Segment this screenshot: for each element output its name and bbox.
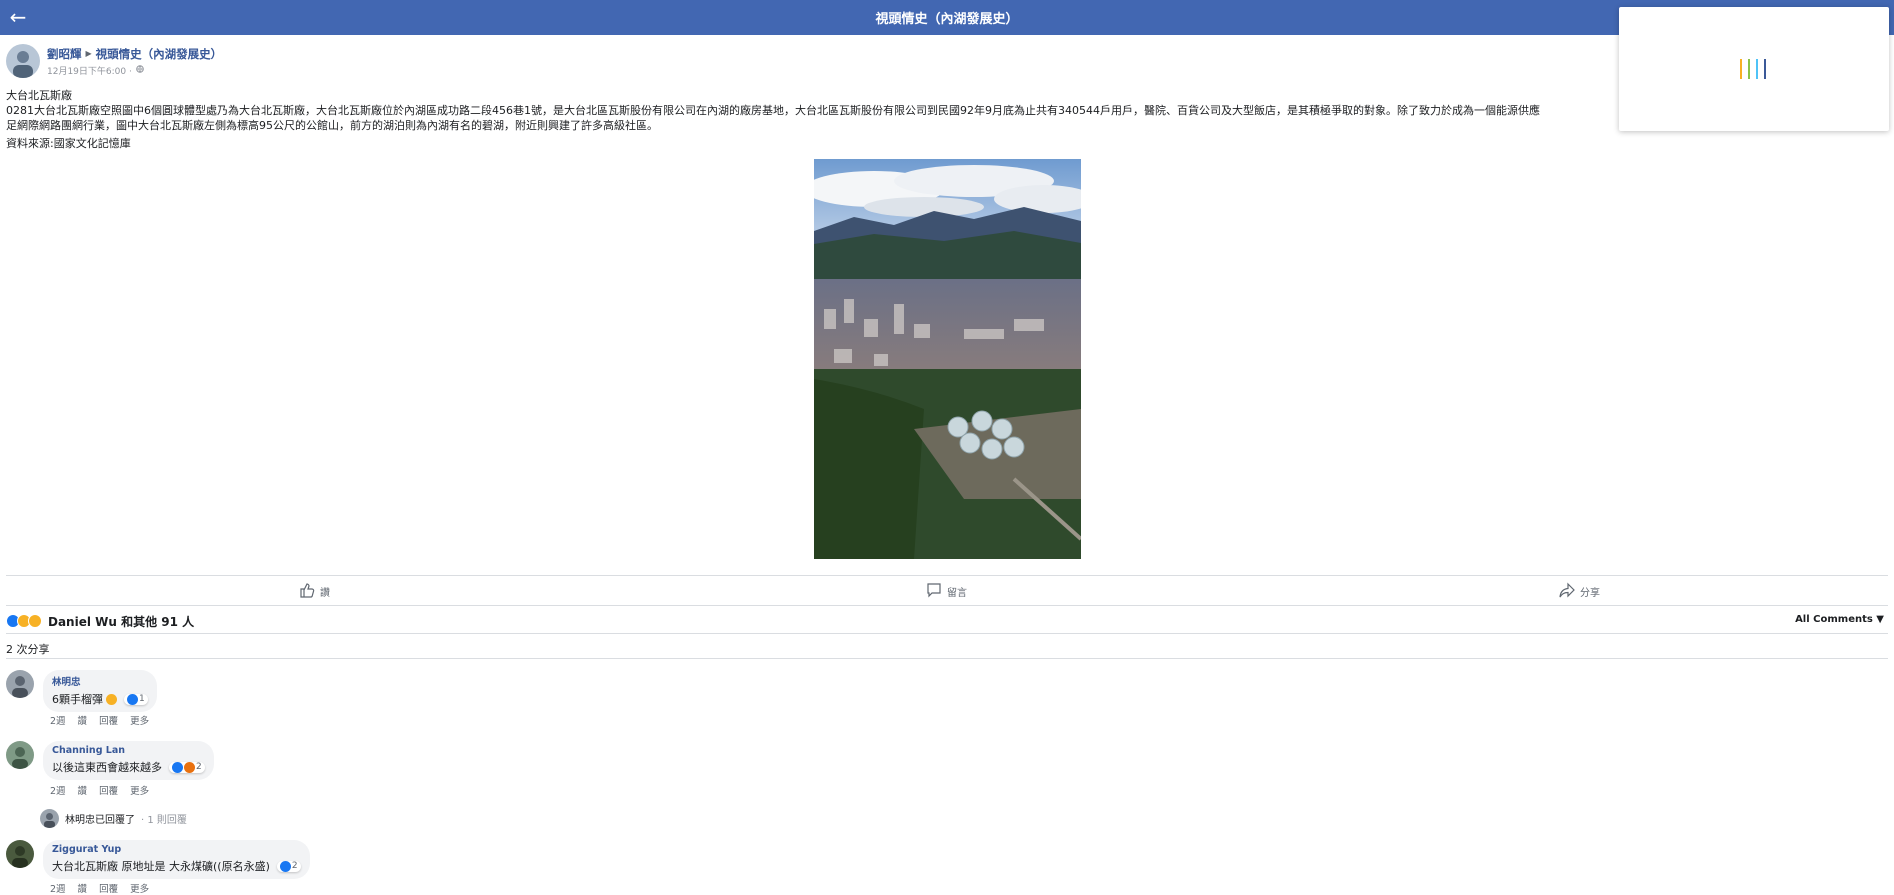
loading-popup: [1619, 7, 1889, 131]
comment: Ziggurat Yup 大台北瓦斯廠 原地址是 大永煤礦((原名永盛) 2: [6, 840, 310, 879]
like-label: 讚: [320, 588, 330, 599]
comment-reactions[interactable]: 1: [124, 693, 148, 705]
commenter-avatar[interactable]: [6, 670, 34, 698]
like-reaction-icon: [279, 860, 291, 872]
comment-actions: 2週 讚 回覆 更多: [50, 783, 149, 797]
reaction-count: 1: [139, 694, 145, 704]
post-title-line: 大台北瓦斯廠: [6, 89, 72, 102]
post-paragraph-line-2: 足網際網路團網行業，圖中大台北瓦斯廠左側為標高95公尺的公館山，前方的湖泊則為內…: [6, 119, 658, 132]
comment-like-link[interactable]: 讚: [78, 713, 88, 727]
reaction-count: 2: [196, 762, 202, 772]
comment-like-link[interactable]: 讚: [78, 783, 88, 797]
like-reaction-icon: [127, 693, 138, 705]
commenter-name[interactable]: 林明忠: [52, 674, 148, 688]
comment: 林明忠 6顆手榴彈 1: [6, 670, 157, 712]
post-actions: 讚 留言 分享: [6, 577, 1888, 605]
reply-author-avatar: [40, 809, 59, 828]
arrow-left-icon[interactable]: ←: [6, 6, 30, 30]
post-text: 大台北瓦斯廠 0281大台北瓦斯廠空照圖中6個圓球體型處乃為大台北瓦斯廠，大台北…: [6, 88, 1618, 151]
sweat-emoji-icon: [106, 693, 117, 705]
angry-reaction-icon: [184, 761, 195, 773]
reactions-row: Daniel Wu 和其他 91 人 All Comments ▼: [6, 612, 1888, 630]
top-bar: ← 視頭情史（內湖發展史）: [0, 0, 1894, 35]
triangle-right-icon: ▶: [85, 49, 92, 58]
comment-reply-link[interactable]: 回覆: [99, 713, 118, 727]
commenter-name[interactable]: Ziggurat Yup: [52, 844, 301, 855]
post-photo[interactable]: [814, 159, 1081, 559]
comment-more-link[interactable]: 更多: [130, 783, 149, 797]
like-button[interactable]: 讚: [299, 582, 330, 601]
comment-more-link[interactable]: 更多: [130, 713, 149, 727]
divider: [6, 605, 1888, 606]
author-name[interactable]: 劉昭輝: [47, 46, 82, 62]
post-header: 劉昭輝 ▶ 視頭情史（內湖發展史） 12月19日下午6:00 ·: [6, 44, 222, 78]
comment-reply-link[interactable]: 回覆: [99, 783, 118, 797]
privacy-icon: [136, 64, 144, 76]
page-title: 視頭情史（內湖發展史）: [875, 12, 1019, 27]
comment-reactions[interactable]: 2: [169, 761, 205, 773]
comment-filter-dropdown[interactable]: All Comments ▼: [1795, 614, 1884, 625]
comment-reactions[interactable]: 2: [276, 860, 301, 872]
speech-bubble-icon: [926, 582, 942, 601]
comment-button[interactable]: 留言: [926, 582, 967, 601]
reaction-summary[interactable]: Daniel Wu 和其他 91 人: [48, 613, 194, 630]
reaction-count: 2: [291, 861, 298, 871]
post-paragraph-line-1: 0281大台北瓦斯廠空照圖中6個圓球體型處乃為大台北瓦斯廠，大台北瓦斯廠位於內湖…: [6, 104, 1540, 117]
like-reaction-icon: [172, 761, 183, 773]
comment-label: 留言: [947, 588, 967, 599]
thumbs-up-icon: [299, 582, 315, 601]
share-count[interactable]: 2 次分享: [6, 641, 50, 657]
divider: [6, 633, 1888, 634]
comment-time[interactable]: 2週: [50, 713, 66, 727]
reaction-icons[interactable]: [6, 614, 42, 628]
comment-bubble: Channing Lan 以後這東西會越來越多 2: [43, 741, 214, 780]
comment-text: 大台北瓦斯廠 原地址是 大永煤礦((原名永盛): [52, 860, 270, 873]
comment-text: 6顆手榴彈: [52, 693, 103, 706]
reply-count: · 1 則回覆: [141, 815, 187, 826]
divider: [6, 658, 1888, 659]
comment-bubble: Ziggurat Yup 大台北瓦斯廠 原地址是 大永煤礦((原名永盛) 2: [43, 840, 310, 879]
comment: Channing Lan 以後這東西會越來越多 2: [6, 741, 214, 780]
haha-reaction-icon: [28, 614, 42, 628]
post-source: 資料來源:國家文化記憶庫: [6, 137, 131, 150]
commenter-name[interactable]: Channing Lan: [52, 745, 205, 756]
comment-text: 以後這東西會越來越多: [52, 761, 162, 774]
post-timestamp[interactable]: 12月19日下午6:00 ·: [47, 64, 132, 77]
commenter-avatar[interactable]: [6, 741, 34, 769]
share-button[interactable]: 分享: [1559, 582, 1600, 601]
view-replies-link[interactable]: 林明忠已回覆了 · 1 則回覆: [40, 809, 187, 828]
loading-spinner-icon: [1740, 59, 1766, 79]
commenter-avatar[interactable]: [6, 840, 34, 868]
comment-time[interactable]: 2週: [50, 783, 66, 797]
divider: [6, 575, 1888, 576]
reply-author: 林明忠已回覆了: [65, 815, 135, 826]
comment-actions: 2週 讚 回覆 更多: [50, 713, 149, 727]
comment-bubble: 林明忠 6顆手榴彈 1: [43, 670, 157, 712]
group-name[interactable]: 視頭情史（內湖發展史）: [96, 46, 223, 62]
share-label: 分享: [1580, 588, 1600, 599]
share-arrow-icon: [1559, 582, 1575, 601]
author-avatar[interactable]: [6, 44, 40, 78]
